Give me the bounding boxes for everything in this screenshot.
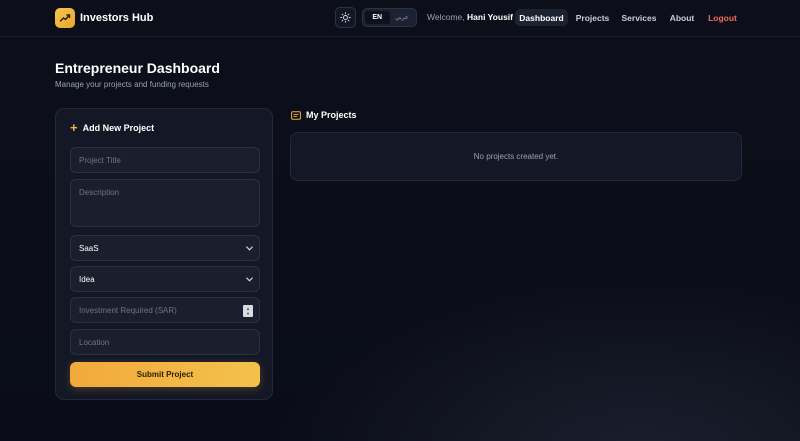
folder-icon xyxy=(291,110,301,120)
submit-project-button[interactable]: Submit Project xyxy=(70,362,260,387)
project-title-placeholder: Project Title xyxy=(79,155,121,165)
language-switcher: EN عربي xyxy=(362,8,417,27)
add-project-header: + Add New Project xyxy=(70,120,155,135)
user-name: Hani Yousif xyxy=(467,12,513,22)
number-stepper-icon[interactable]: ▲ ▼ xyxy=(243,305,253,317)
plus-icon: + xyxy=(70,120,78,135)
brand-name: Investors Hub xyxy=(80,11,154,24)
investment-placeholder: Investment Required (SAR) xyxy=(79,305,177,315)
top-navbar: Investors Hub EN عربي Welcome, Hani Yous… xyxy=(0,0,800,37)
projects-empty-state: No projects created yet. xyxy=(290,132,742,181)
description-placeholder: Description xyxy=(79,188,120,197)
add-project-title: Add New Project xyxy=(82,123,155,133)
my-projects-title: My Projects xyxy=(306,110,357,120)
description-textarea[interactable]: Description xyxy=(70,179,260,227)
add-project-card: + Add New Project Project Title Descript… xyxy=(55,108,273,400)
stage-select[interactable]: Idea xyxy=(70,266,260,292)
page-subtitle: Manage your projects and funding request… xyxy=(55,80,209,89)
nav-logout[interactable]: Logout xyxy=(706,9,739,26)
lang-ar-button[interactable]: عربي xyxy=(390,11,415,24)
welcome-prefix: Welcome, xyxy=(427,12,465,22)
theme-toggle-button[interactable] xyxy=(335,7,356,28)
sun-icon xyxy=(340,12,351,23)
location-placeholder: Location xyxy=(79,337,110,347)
nav-services[interactable]: Services xyxy=(620,9,658,26)
nav-dashboard[interactable]: Dashboard xyxy=(515,9,568,26)
nav-projects[interactable]: Projects xyxy=(574,9,611,26)
stage-value: Idea xyxy=(79,274,95,284)
location-input[interactable]: Location xyxy=(70,329,260,355)
category-value: SaaS xyxy=(79,243,99,253)
nav-about[interactable]: About xyxy=(668,9,696,26)
my-projects-header: My Projects xyxy=(291,110,357,120)
trending-up-icon xyxy=(55,7,75,28)
empty-message: No projects created yet. xyxy=(473,152,559,161)
welcome-text: Welcome, Hani Yousif xyxy=(427,12,513,22)
page-title: Entrepreneur Dashboard xyxy=(55,60,220,76)
chevron-down-icon xyxy=(246,244,253,253)
investment-input[interactable]: Investment Required (SAR) ▲ ▼ xyxy=(70,297,260,323)
brand[interactable]: Investors Hub xyxy=(55,7,153,28)
chevron-down-icon xyxy=(246,275,253,284)
lang-en-button[interactable]: EN xyxy=(365,11,390,24)
category-select[interactable]: SaaS xyxy=(70,235,260,261)
project-title-input[interactable]: Project Title xyxy=(70,147,260,173)
